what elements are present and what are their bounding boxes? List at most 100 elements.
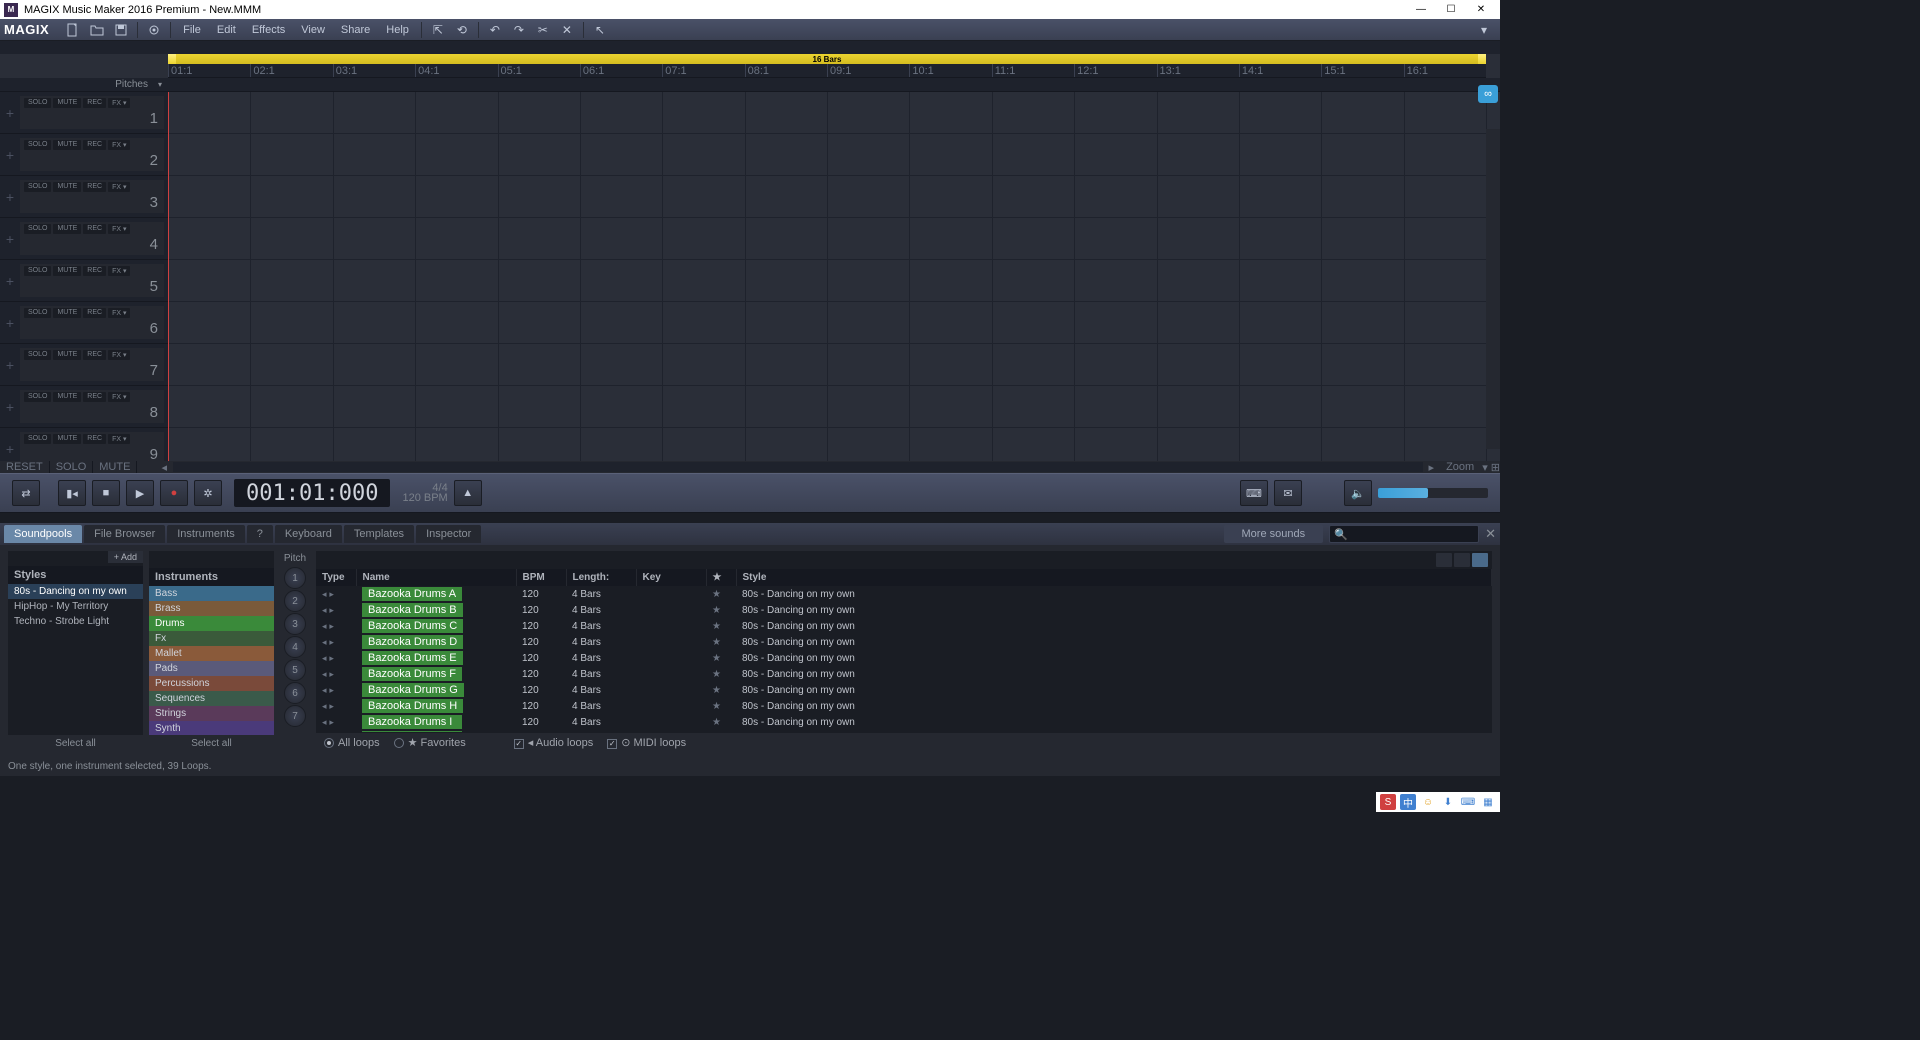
- track-mute-button[interactable]: MUTE: [53, 350, 81, 360]
- tab-[interactable]: ?: [247, 525, 273, 543]
- track-solo-button[interactable]: SOLO: [24, 392, 51, 402]
- search-input[interactable]: 🔍: [1329, 525, 1479, 543]
- close-button[interactable]: ✕: [1466, 0, 1496, 19]
- track-solo-button[interactable]: SOLO: [24, 140, 51, 150]
- instrument-item[interactable]: Mallet: [149, 646, 274, 661]
- track-expand-button[interactable]: +: [0, 218, 20, 259]
- transport-settings-button[interactable]: ✲: [194, 480, 222, 506]
- favorite-star-icon[interactable]: ★: [706, 682, 736, 698]
- keyboard-view-button[interactable]: ⌨: [1240, 480, 1268, 506]
- track-solo-button[interactable]: SOLO: [24, 182, 51, 192]
- column-header[interactable]: ★: [706, 569, 736, 586]
- tray-icon[interactable]: ⬇: [1440, 794, 1456, 810]
- pitch-button[interactable]: 1: [284, 567, 306, 589]
- menu-help[interactable]: Help: [378, 24, 417, 36]
- column-header[interactable]: Style: [736, 569, 1492, 586]
- instrument-item[interactable]: Fx: [149, 631, 274, 646]
- track-fx-button[interactable]: FX ▾: [108, 392, 130, 402]
- style-item[interactable]: Techno - Strobe Light: [8, 614, 143, 629]
- loop-row[interactable]: ◂ ▸Bazooka Drums I1204 Bars★80s - Dancin…: [316, 714, 1492, 730]
- mail-button[interactable]: ✉: [1274, 480, 1302, 506]
- loop-row[interactable]: ◂ ▸Bazooka Drums B1204 Bars★80s - Dancin…: [316, 602, 1492, 618]
- time-ruler[interactable]: 01:102:103:104:105:106:107:108:109:110:1…: [168, 64, 1486, 78]
- instrument-item[interactable]: Bass: [149, 586, 274, 601]
- redo-icon[interactable]: ↷: [509, 21, 529, 39]
- track-rec-button[interactable]: REC: [83, 308, 106, 318]
- tray-icon[interactable]: S: [1380, 794, 1396, 810]
- close-browser-button[interactable]: ✕: [1485, 526, 1496, 542]
- add-icon[interactable]: ▸: [329, 589, 334, 599]
- tray-icon[interactable]: ▦: [1480, 794, 1496, 810]
- timecode-display[interactable]: 001:01:000: [234, 479, 390, 507]
- menu-edit[interactable]: Edit: [209, 24, 244, 36]
- tab-soundpools[interactable]: Soundpools: [4, 525, 82, 543]
- loop-row[interactable]: ◂ ▸Bazooka Drums F1204 Bars★80s - Dancin…: [316, 666, 1492, 682]
- loop-badge-icon[interactable]: ∞: [1478, 85, 1498, 103]
- metronome-button[interactable]: ▲: [454, 480, 482, 506]
- preview-icon[interactable]: ◂: [322, 637, 327, 647]
- column-header[interactable]: Type: [316, 569, 356, 586]
- instrument-item[interactable]: Pads: [149, 661, 274, 676]
- column-header[interactable]: Key: [636, 569, 706, 586]
- favorite-star-icon[interactable]: ★: [706, 714, 736, 730]
- horizontal-scrollbar[interactable]: [173, 462, 1423, 472]
- pitch-button[interactable]: 7: [284, 705, 306, 727]
- play-button[interactable]: ▶: [126, 480, 154, 506]
- instruments-select-all[interactable]: Select all: [149, 735, 274, 752]
- track-fx-button[interactable]: FX ▾: [108, 266, 130, 276]
- add-icon[interactable]: ▸: [329, 685, 334, 695]
- bars-ruler[interactable]: 16 Bars: [168, 54, 1486, 64]
- style-item[interactable]: HipHop - My Territory: [8, 599, 143, 614]
- track-solo-button[interactable]: SOLO: [24, 308, 51, 318]
- track-rec-button[interactable]: REC: [83, 434, 106, 444]
- preview-icon[interactable]: ◂: [322, 653, 327, 663]
- track-solo-button[interactable]: SOLO: [24, 350, 51, 360]
- track-solo-button[interactable]: SOLO: [24, 98, 51, 108]
- track-mute-button[interactable]: MUTE: [53, 434, 81, 444]
- audio-loops-check[interactable]: ✓◂ Audio loops: [514, 736, 593, 749]
- pitch-button[interactable]: 6: [284, 682, 306, 704]
- minimize-button[interactable]: —: [1406, 0, 1436, 19]
- menu-effects[interactable]: Effects: [244, 24, 293, 36]
- track-expand-button[interactable]: +: [0, 134, 20, 175]
- favorite-star-icon[interactable]: ★: [706, 634, 736, 650]
- open-folder-icon[interactable]: [87, 21, 107, 39]
- column-header[interactable]: Name: [356, 569, 516, 586]
- track-expand-button[interactable]: +: [0, 260, 20, 301]
- playhead[interactable]: [168, 92, 169, 461]
- favorite-star-icon[interactable]: ★: [706, 666, 736, 682]
- track-expand-button[interactable]: +: [0, 302, 20, 343]
- loop-row[interactable]: ◂ ▸Bazooka Drums C1204 Bars★80s - Dancin…: [316, 618, 1492, 634]
- all-loops-radio[interactable]: All loops: [324, 737, 380, 749]
- tray-icon[interactable]: ⌨: [1460, 794, 1476, 810]
- stop-button[interactable]: ■: [92, 480, 120, 506]
- favorite-star-icon[interactable]: ★: [706, 698, 736, 714]
- track-rec-button[interactable]: REC: [83, 350, 106, 360]
- track-rec-button[interactable]: REC: [83, 182, 106, 192]
- loop-row[interactable]: ◂ ▸Bazooka Drums H1204 Bars★80s - Dancin…: [316, 698, 1492, 714]
- preview-icon[interactable]: ◂: [322, 605, 327, 615]
- preview-icon[interactable]: ◂: [322, 685, 327, 695]
- favorite-star-icon[interactable]: ★: [706, 618, 736, 634]
- cut-icon[interactable]: ✂: [533, 21, 553, 39]
- vertical-scrollbar[interactable]: [1486, 129, 1500, 449]
- pitch-button[interactable]: 5: [284, 659, 306, 681]
- zoom-label[interactable]: Zoom: [1438, 461, 1482, 473]
- track-fx-button[interactable]: FX ▾: [108, 182, 130, 192]
- record-button[interactable]: ●: [160, 480, 188, 506]
- tab-instruments[interactable]: Instruments: [167, 525, 244, 543]
- loop-icon[interactable]: ⟲: [452, 21, 472, 39]
- track-solo-button[interactable]: SOLO: [24, 224, 51, 234]
- add-icon[interactable]: ▸: [329, 701, 334, 711]
- track-rec-button[interactable]: REC: [83, 98, 106, 108]
- tab-filebrowser[interactable]: File Browser: [84, 525, 165, 543]
- track-fx-button[interactable]: FX ▾: [108, 350, 130, 360]
- track-grid[interactable]: [168, 92, 1486, 461]
- track-fx-button[interactable]: FX ▾: [108, 434, 130, 444]
- track-fx-button[interactable]: FX ▾: [108, 224, 130, 234]
- preview-icon[interactable]: ◂: [322, 669, 327, 679]
- add-icon[interactable]: ▸: [329, 653, 334, 663]
- track-rec-button[interactable]: REC: [83, 140, 106, 150]
- loop-row[interactable]: ◂ ▸Bazooka Drums D1204 Bars★80s - Dancin…: [316, 634, 1492, 650]
- pitch-button[interactable]: 2: [284, 590, 306, 612]
